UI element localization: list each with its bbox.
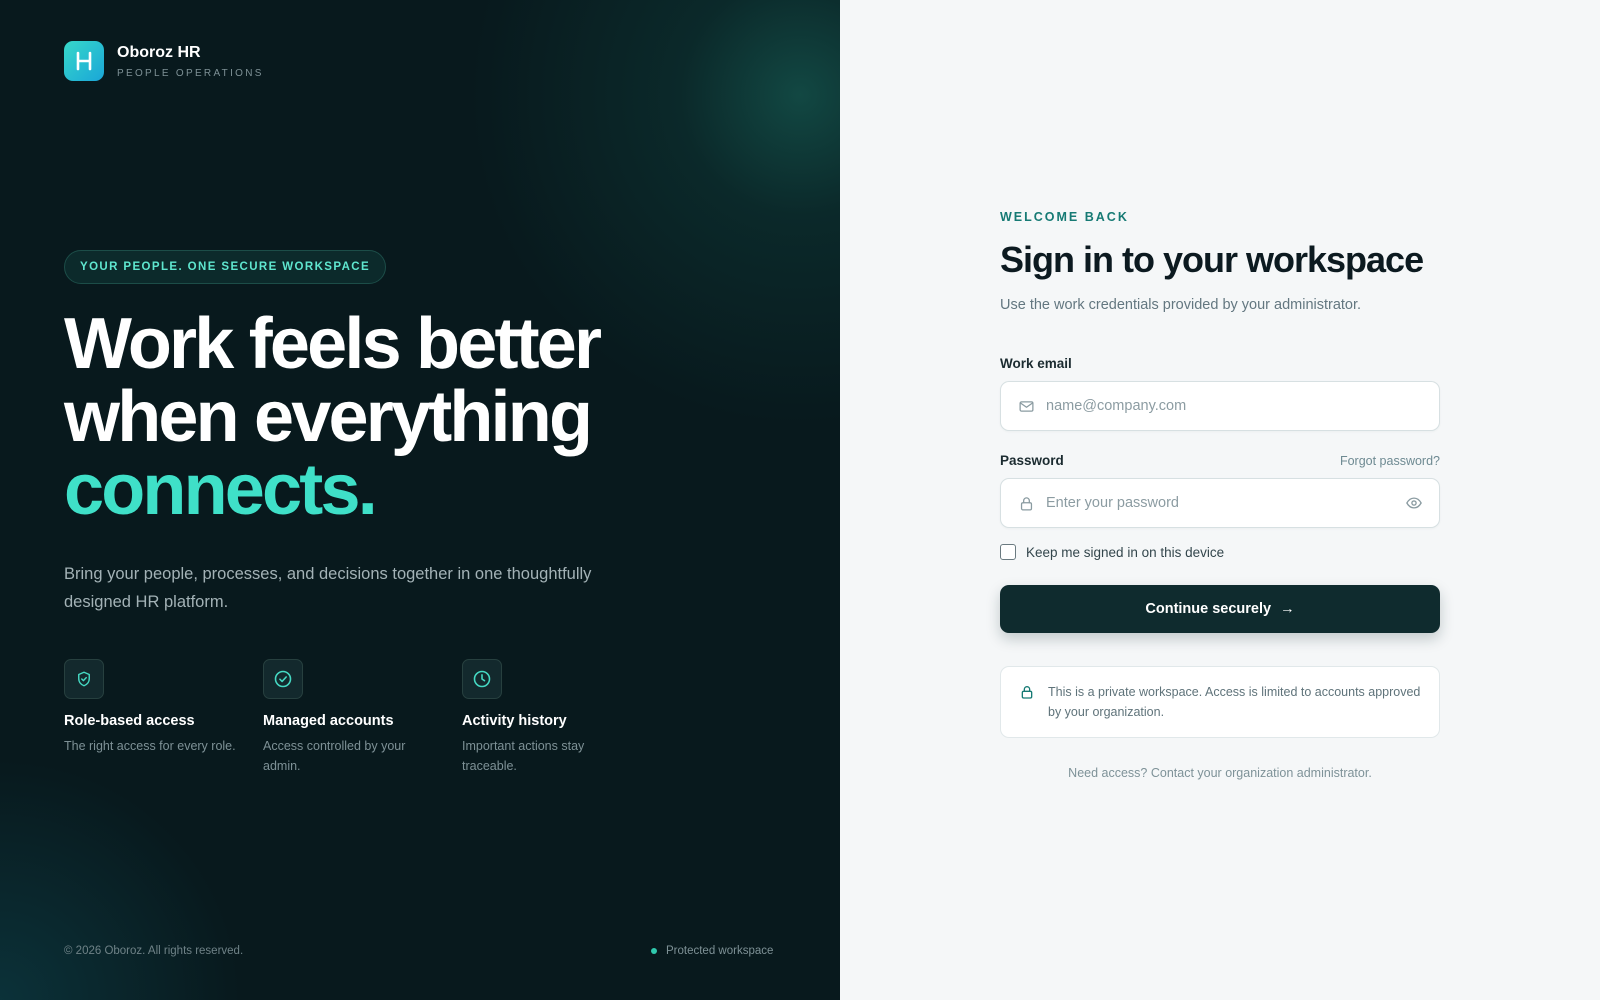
signin-form: WELCOME BACK Sign in to your workspace U…	[1000, 210, 1440, 780]
mail-icon	[1017, 397, 1035, 415]
clock-icon	[462, 659, 502, 699]
arrow-right-icon: →	[1280, 601, 1295, 617]
password-input-wrapper	[1000, 478, 1440, 528]
brand-subtitle: PEOPLE OPERATIONS	[117, 67, 264, 79]
page-title: Sign in to your workspace	[1000, 239, 1424, 280]
check-circle-icon	[263, 659, 303, 699]
copyright: © 2026 Oboroz. All rights reserved.	[64, 945, 244, 957]
tagline-pill: YOUR PEOPLE. ONE SECURE WORKSPACE	[64, 250, 387, 284]
remember-me[interactable]: Keep me signed in on this device	[1000, 544, 1440, 560]
email-input-wrapper	[1000, 381, 1440, 431]
remember-checkbox[interactable]	[1000, 544, 1016, 560]
feature-desc: Access controlled by your admin.	[263, 739, 406, 773]
feature-item: Managed accounts Access controlled by yo…	[263, 659, 462, 776]
brand-logo	[64, 41, 104, 81]
continue-button-label: Continue securely	[1145, 601, 1272, 617]
brand: Oboroz HR PEOPLE OPERATIONS	[64, 41, 264, 81]
lock-icon	[1017, 494, 1035, 512]
feature-item: Activity history Important actions stay …	[462, 659, 661, 776]
forgot-password-link[interactable]: Forgot password?	[1340, 454, 1440, 468]
feature-title: Managed accounts	[263, 713, 394, 729]
brand-name: Oboroz HR	[117, 43, 201, 61]
status-dot-icon	[651, 948, 657, 954]
lock-icon	[1019, 682, 1035, 722]
form-description: Use the work credentials provided by you…	[1000, 297, 1362, 313]
signin-panel: WELCOME BACK Sign in to your workspace U…	[840, 0, 1600, 1000]
headline-line-1: Work feels better	[64, 304, 602, 384]
feature-title: Activity history	[462, 713, 567, 729]
workspace-status: Protected workspace	[651, 945, 773, 957]
hero-headline: Work feels better when everything connec…	[64, 304, 602, 530]
logo-h-icon	[76, 51, 92, 71]
eyebrow: WELCOME BACK	[1000, 210, 1129, 224]
feature-title: Role-based access	[64, 713, 195, 729]
headline-line-2: when everything	[64, 377, 593, 457]
show-password-icon[interactable]	[1405, 494, 1423, 512]
remember-label: Keep me signed in on this device	[1026, 544, 1225, 560]
headline-accent: connects.	[64, 450, 378, 530]
hero-subtext: Bring your people, processes, and decisi…	[64, 565, 592, 611]
email-field[interactable]	[1046, 398, 1423, 414]
status-label: Protected workspace	[666, 945, 774, 957]
feature-item: Role-based access The right access for e…	[64, 659, 263, 776]
private-workspace-notice: This is a private workspace. Access is l…	[1000, 666, 1440, 738]
feature-list: Role-based access The right access for e…	[64, 659, 661, 776]
feature-desc: The right access for every role.	[64, 739, 236, 753]
help-text: Need access? Contact your organization a…	[1068, 766, 1372, 780]
password-label: Password	[1000, 453, 1064, 468]
brand-panel: Oboroz HR PEOPLE OPERATIONS YOUR PEOPLE.…	[0, 0, 840, 1000]
notice-text: This is a private workspace. Access is l…	[1048, 685, 1421, 719]
email-label: Work email	[1000, 356, 1072, 371]
shield-check-icon	[64, 659, 104, 699]
continue-button[interactable]: Continue securely →	[1000, 585, 1440, 633]
password-field[interactable]	[1046, 495, 1405, 511]
feature-desc: Important actions stay traceable.	[462, 739, 585, 773]
